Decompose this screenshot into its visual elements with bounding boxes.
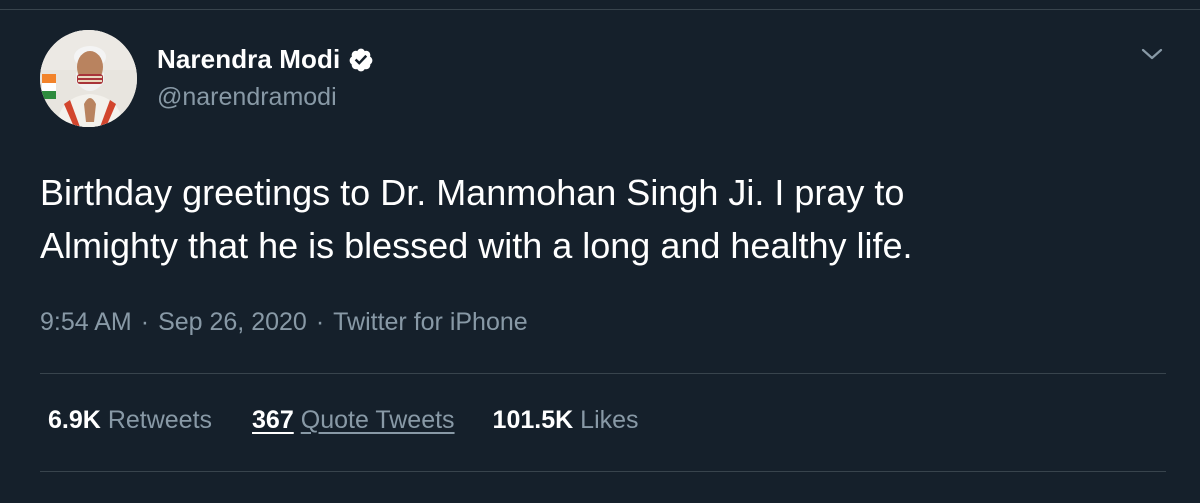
tweet-detail-view: Narendra Modi @narendramodi Birthday gre…: [0, 0, 1200, 503]
retweets-count: 6.9K: [48, 406, 101, 434]
verified-badge-icon: [349, 48, 373, 71]
likes-count: 101.5K: [492, 406, 574, 434]
tweet-source[interactable]: Twitter for iPhone: [333, 308, 528, 336]
quote-tweets-label: Quote Tweets: [300, 406, 455, 434]
meta-separator: ·: [315, 308, 325, 336]
tweet-text: Birthday greetings to Dr. Manmohan Singh…: [40, 166, 1170, 272]
profile-photo-icon: [40, 30, 137, 127]
stats-divider: [40, 471, 1166, 472]
meta-divider: [40, 373, 1166, 374]
author-name[interactable]: Narendra Modi: [157, 44, 374, 75]
retweets-stat[interactable]: 6.9K Retweets: [48, 406, 212, 435]
author-avatar[interactable]: [40, 30, 137, 127]
quote-tweets-count: 367: [252, 406, 294, 434]
top-divider: [0, 9, 1200, 10]
author-handle[interactable]: @narendramodi: [157, 83, 337, 112]
tweet-text-line: Birthday greetings to Dr. Manmohan Singh…: [40, 172, 905, 213]
tweet-date[interactable]: Sep 26, 2020: [158, 308, 307, 336]
chevron-down-icon[interactable]: [1139, 41, 1165, 67]
author-name-text: Narendra Modi: [157, 44, 341, 74]
quote-tweets-stat[interactable]: 367 Quote Tweets: [252, 406, 455, 435]
tweet-meta: 9:54 AM · Sep 26, 2020 · Twitter for iPhone: [40, 308, 528, 337]
likes-stat[interactable]: 101.5K Likes: [493, 406, 639, 435]
meta-separator: ·: [140, 308, 150, 336]
engagement-stats: 6.9K Retweets 367 Quote Tweets 101.5K Likes: [48, 406, 639, 435]
tweet-text-line: Almighty that he is blessed with a long …: [40, 225, 913, 266]
retweets-label: Retweets: [107, 406, 213, 434]
tweet-time[interactable]: 9:54 AM: [40, 308, 132, 336]
likes-label: Likes: [580, 406, 639, 434]
